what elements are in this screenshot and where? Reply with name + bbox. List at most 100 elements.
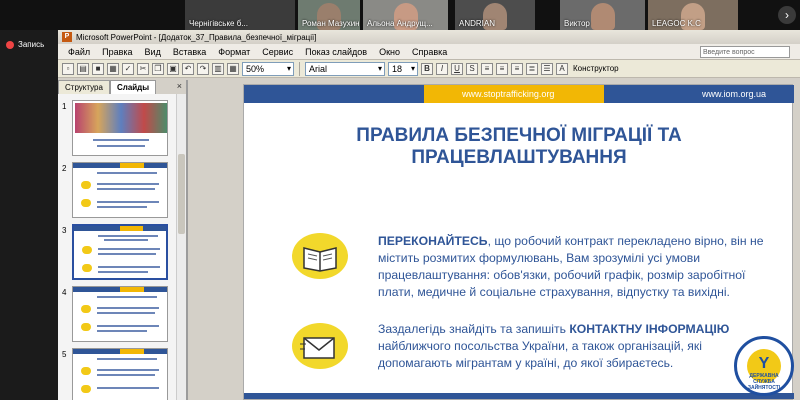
participant-name: Чернігівське б... — [189, 19, 248, 28]
thumb-icon — [82, 246, 92, 254]
slide-title-line: ПРАЦЕВЛАШТУВАННЯ — [411, 147, 627, 168]
thumb-text-line — [98, 235, 158, 237]
employment-service-logo: Y ДЕРЖАВНА СЛУЖБА ЗАЙНЯТОСТІ — [734, 336, 794, 396]
menu-tools[interactable]: Сервис — [256, 47, 299, 57]
table-icon[interactable]: ▦ — [227, 62, 239, 75]
panel-scrollbar[interactable] — [176, 94, 186, 400]
menu-slideshow[interactable]: Показ слайдов — [299, 47, 373, 57]
zoom-select[interactable]: 50% — [242, 61, 294, 76]
window-title: Microsoft PowerPoint - [Додаток_37_Прави… — [76, 32, 317, 42]
font-size-select[interactable]: 18 — [388, 61, 418, 76]
thumb-text-line — [98, 271, 148, 273]
paste-icon[interactable]: ▣ — [167, 62, 179, 75]
chart-icon[interactable]: ▥ — [212, 62, 224, 75]
participant-tile[interactable]: Альона Андрущ... — [363, 0, 448, 30]
save-icon[interactable]: ■ — [92, 62, 104, 75]
paragraph-keyword: ПЕРЕКОНАЙТЕСЬ — [378, 234, 488, 248]
slide-header-bar: www.stoptrafficking.org www.iom.org.ua — [244, 85, 794, 103]
underline-icon[interactable]: U — [451, 62, 463, 75]
menu-edit[interactable]: Правка — [96, 47, 138, 57]
thumb-text-line — [97, 201, 159, 203]
slide-thumbnails: 1 2 3 4 5 — [58, 94, 176, 400]
current-slide[interactable]: www.stoptrafficking.org www.iom.org.ua П… — [243, 84, 794, 400]
slide-number: 3 — [62, 226, 67, 235]
align-center-icon[interactable]: ≡ — [496, 62, 508, 75]
align-left-icon[interactable]: ≡ — [481, 62, 493, 75]
participant-tile[interactable]: ANDRIAN — [455, 0, 535, 30]
slide-thumbnail[interactable] — [72, 162, 168, 218]
thumbnail-row[interactable]: 5 — [58, 348, 176, 400]
cut-icon[interactable]: ✂ — [137, 62, 149, 75]
design-button[interactable]: Конструктор — [573, 64, 619, 73]
menu-window[interactable]: Окно — [373, 47, 406, 57]
thumb-text-line — [97, 358, 157, 360]
print-icon[interactable]: ▦ — [107, 62, 119, 75]
thumb-text-line — [97, 296, 157, 298]
shadow-icon[interactable]: S — [466, 62, 478, 75]
redo-icon[interactable]: ↷ — [197, 62, 209, 75]
participant-tile[interactable]: Виктор — [560, 0, 645, 30]
thumb-text-line — [97, 312, 155, 314]
participant-tile[interactable]: Чернігівське б... — [185, 0, 295, 30]
close-icon[interactable]: × — [173, 80, 186, 94]
tab-slides[interactable]: Слайды — [109, 80, 157, 94]
bold-icon[interactable]: B — [421, 62, 433, 75]
thumb-text-line — [97, 183, 159, 185]
participant-name: ANDRIAN — [459, 19, 496, 28]
thumbnail-row[interactable]: 2 — [58, 162, 176, 222]
logo-letter: Y — [758, 355, 770, 372]
panel-tabs: Структура Слайды × — [58, 80, 186, 94]
slide-thumbnail-selected[interactable] — [72, 224, 168, 280]
slide-thumbnail[interactable] — [72, 100, 168, 156]
paragraph-text: найближчого посольства України, а також … — [378, 339, 702, 370]
undo-icon[interactable]: ↶ — [182, 62, 194, 75]
participants-strip: Чернігівське б... Роман Мазухин Альона А… — [0, 0, 800, 30]
thumb-top-bar-accent — [120, 287, 144, 292]
menu-help[interactable]: Справка — [406, 47, 453, 57]
participant-tile[interactable]: LEAGOC K.C — [648, 0, 738, 30]
align-right-icon[interactable]: ≡ — [511, 62, 523, 75]
menu-insert[interactable]: Вставка — [167, 47, 212, 57]
site-link-iom: www.iom.org.ua — [604, 85, 794, 103]
slide-thumbnail[interactable] — [72, 286, 168, 342]
paragraph-text: Заздалегідь знайдіть та запишіть — [378, 322, 570, 336]
screen: Чернігівське б... Роман Мазухин Альона А… — [0, 0, 800, 400]
font-select[interactable]: Arial — [305, 61, 385, 76]
thumbnail-row[interactable]: 1 — [58, 100, 176, 160]
italic-icon[interactable]: I — [436, 62, 448, 75]
font-color-icon[interactable]: A — [556, 62, 568, 75]
thumbnail-row[interactable]: 3 — [58, 224, 176, 284]
workspace: Структура Слайды × 1 2 3 4 5 www.stoptra… — [58, 80, 800, 400]
chevron-right-icon[interactable]: › — [778, 6, 796, 24]
book-icon — [292, 233, 348, 279]
scrollbar-thumb[interactable] — [178, 154, 185, 234]
thumbnail-row[interactable]: 4 — [58, 286, 176, 346]
tab-outline[interactable]: Структура — [58, 80, 110, 94]
new-file-icon[interactable]: ▫ — [62, 62, 74, 75]
menu-bar: Файл Правка Вид Вставка Формат Сервис По… — [58, 44, 800, 60]
participant-tile[interactable]: Роман Мазухин — [298, 0, 360, 30]
window-titlebar: P Microsoft PowerPoint - [Додаток_37_Пра… — [58, 30, 800, 44]
thumb-text-line — [97, 325, 159, 327]
bullet-list-icon[interactable]: ☰ — [541, 62, 553, 75]
paragraph-contract: ПЕРЕКОНАЙТЕСЬ, що робочий контракт перек… — [378, 233, 778, 301]
powerpoint-icon: P — [62, 32, 72, 42]
slide-title: ПРАВИЛА БЕЗПЕЧНОЇ МІГРАЦІЇ ТА ПРАЦЕВЛАШТ… — [244, 125, 794, 169]
record-indicator[interactable]: Запись — [6, 40, 44, 49]
slide-thumbnail[interactable] — [72, 348, 168, 400]
thumb-top-bar-accent — [120, 349, 144, 354]
help-search-input[interactable]: Введите вопрос — [700, 45, 790, 58]
logo-ring-text: ДЕРЖАВНА СЛУЖБА ЗАЙНЯТОСТІ — [747, 373, 781, 391]
thumb-text-line — [98, 248, 160, 250]
thumb-icon — [81, 199, 91, 207]
thumb-text-line — [97, 188, 155, 190]
thumb-text-line — [97, 374, 155, 376]
open-folder-icon[interactable]: ▤ — [77, 62, 89, 75]
thumb-text-line — [97, 387, 159, 389]
numbered-list-icon[interactable]: ≣ — [526, 62, 538, 75]
spellcheck-icon[interactable]: ✓ — [122, 62, 134, 75]
menu-view[interactable]: Вид — [139, 47, 167, 57]
menu-format[interactable]: Формат — [212, 47, 256, 57]
copy-icon[interactable]: ❐ — [152, 62, 164, 75]
menu-file[interactable]: Файл — [62, 47, 96, 57]
